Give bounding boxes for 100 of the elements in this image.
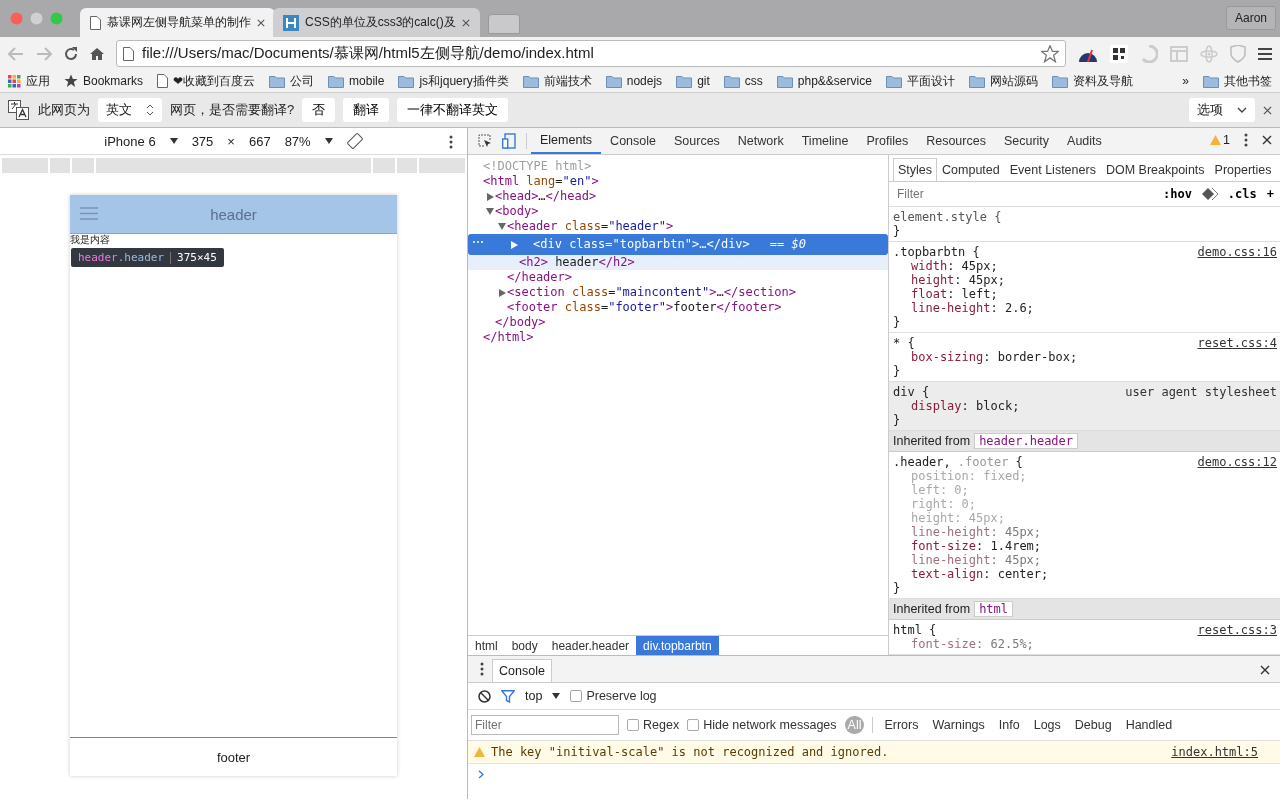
class-button[interactable]: .cls: [1227, 186, 1257, 201]
collapse-arrow-icon[interactable]: [498, 223, 506, 230]
devtools-tab[interactable]: Elements: [531, 128, 602, 154]
checkbox[interactable]: [627, 719, 639, 731]
bookmark-link[interactable]: Bookmarks: [83, 74, 144, 88]
css-property[interactable]: display: block;: [893, 399, 1277, 413]
browser-tab[interactable]: CSS的单位及css3的calc()及: [273, 8, 480, 37]
profile-button[interactable]: Aaron: [1225, 6, 1276, 30]
drawer-tab[interactable]: Console: [492, 659, 552, 682]
qr-code-icon[interactable]: [1110, 44, 1128, 63]
close-icon[interactable]: [1262, 135, 1272, 145]
address-bar[interactable]: file:///Users/mac/Documents/慕课网/html5左侧导航/demo/index.html: [116, 40, 1066, 67]
expand-arrow-icon[interactable]: [486, 192, 494, 201]
devtools-tab[interactable]: Profiles: [857, 128, 918, 154]
devtools-tab[interactable]: Sources: [665, 128, 729, 154]
clear-icon[interactable]: [478, 689, 491, 703]
translate-button[interactable]: 否: [302, 98, 336, 122]
translate-button[interactable]: 一律不翻译英文: [397, 98, 509, 122]
filter-icon[interactable]: [501, 689, 515, 703]
bookmark-link[interactable]: nodejs: [626, 74, 663, 88]
devtools-tab[interactable]: Timeline: [792, 128, 858, 154]
devtools-tab[interactable]: Resources: [917, 128, 995, 154]
css-property[interactable]: line-height: 45px;: [893, 553, 1277, 567]
css-property[interactable]: height: 45px;: [893, 273, 1277, 287]
collapse-arrow-icon[interactable]: [486, 208, 494, 215]
devtools-tab[interactable]: Audits: [1058, 128, 1111, 154]
dom-node-line[interactable]: <body>: [495, 204, 539, 219]
sidebar-tab[interactable]: DOM Breakpoints: [1100, 157, 1210, 181]
checkbox-label[interactable]: Hide network messages: [703, 718, 837, 732]
bookmark-link[interactable]: 其他书签: [1224, 72, 1272, 90]
css-property[interactable]: float: left;: [893, 287, 1277, 301]
zoom-select[interactable]: 87%: [284, 133, 311, 149]
more-icon[interactable]: [449, 135, 453, 149]
context-select[interactable]: top: [525, 689, 543, 703]
more-icon[interactable]: [480, 662, 484, 676]
bookmark-link[interactable]: 网站源码: [989, 72, 1038, 90]
rule-selector[interactable]: element.style {: [893, 210, 1002, 224]
inspect-icon[interactable]: [478, 134, 492, 148]
bookmark-link[interactable]: js和jquery插件类: [419, 72, 509, 90]
level-filter[interactable]: Handled: [1122, 716, 1176, 734]
breadcrumb[interactable]: header.header: [544, 636, 637, 655]
expand-arrow-icon[interactable]: [510, 240, 518, 249]
width-value[interactable]: 375: [191, 133, 214, 149]
bookmark-link[interactable]: 资料及导航: [1072, 72, 1133, 90]
sidebar-tab[interactable]: Event Listeners: [1004, 157, 1101, 181]
home-icon[interactable]: [90, 46, 104, 61]
new-rule-button[interactable]: +: [1266, 186, 1274, 201]
css-property[interactable]: line-height: 45px;: [893, 525, 1277, 539]
menu-icon[interactable]: [1258, 46, 1272, 61]
checkbox-label[interactable]: Regex: [643, 718, 680, 732]
rule-selector[interactable]: .header,: [893, 455, 951, 469]
css-property[interactable]: text-align: center;: [893, 567, 1277, 581]
bookmark-link[interactable]: ❤收藏到百度云: [173, 72, 256, 90]
translate-button[interactable]: 翻译: [343, 98, 390, 122]
diamond-icon[interactable]: [1201, 187, 1218, 200]
close-icon[interactable]: [1263, 105, 1272, 115]
checkbox-label[interactable]: Preserve log: [586, 689, 657, 703]
dom-node-line[interactable]: <div class="topbarbtn">…</div>: [533, 237, 750, 252]
star-icon[interactable]: [1041, 44, 1059, 63]
rule-selector[interactable]: html {: [893, 623, 937, 637]
bookmark-link[interactable]: mobile: [349, 74, 385, 88]
device-mode-icon[interactable]: [502, 133, 516, 149]
level-filter[interactable]: Debug: [1071, 716, 1115, 734]
language-select[interactable]: 英文: [98, 98, 162, 122]
options-select[interactable]: 选项: [1189, 98, 1255, 122]
sidebar-tab[interactable]: Styles: [893, 157, 938, 181]
level-filter[interactable]: Warnings: [929, 716, 988, 734]
bookmark-link[interactable]: git: [697, 74, 710, 88]
inherited-selector[interactable]: header.header: [974, 433, 1079, 449]
css-property[interactable]: line-height: 2.6;: [893, 301, 1277, 315]
css-property[interactable]: font-size: 1.4rem;: [893, 539, 1277, 553]
filter-field[interactable]: Filter: [471, 715, 619, 735]
sidebar-tab[interactable]: Computed: [937, 157, 1005, 181]
device-select[interactable]: iPhone 6: [104, 133, 156, 149]
bookmark-link[interactable]: 应用: [26, 72, 50, 90]
close-icon[interactable]: [1260, 665, 1270, 675]
browser-tab[interactable]: 慕课网左侧导航菜单的制作: [80, 8, 275, 37]
rule-selector[interactable]: {: [1015, 455, 1023, 469]
dom-node-line[interactable]: </body>: [495, 315, 546, 330]
source-link[interactable]: reset.css:4: [1197, 336, 1277, 350]
css-property[interactable]: width: 45px;: [893, 259, 1277, 273]
height-value[interactable]: 667: [248, 133, 271, 149]
breadcrumb[interactable]: html: [468, 636, 505, 655]
bookmark-link[interactable]: css: [744, 74, 763, 88]
bookmark-link[interactable]: 公司: [290, 72, 315, 90]
bookmark-link[interactable]: 前端技术: [543, 72, 592, 90]
dom-node-line[interactable]: </html>: [483, 330, 534, 345]
bookmark-link[interactable]: 平面设计: [906, 72, 955, 90]
level-filter[interactable]: Errors: [881, 716, 922, 734]
devtools-tab[interactable]: Network: [728, 128, 793, 154]
rule-selector[interactable]: * {: [893, 336, 915, 350]
hover-state-button[interactable]: :hov: [1162, 186, 1192, 201]
rule-selector[interactable]: div {: [893, 385, 930, 399]
warning-count[interactable]: 1: [1223, 133, 1230, 147]
dom-node-line[interactable]: <header class="header">: [507, 219, 674, 234]
more-icon[interactable]: [1244, 133, 1248, 147]
dom-node-line[interactable]: </header>: [507, 270, 573, 285]
devtools-tab[interactable]: Security: [994, 128, 1059, 154]
rotate-icon[interactable]: [346, 133, 363, 149]
level-filter[interactable]: Info: [995, 716, 1023, 734]
